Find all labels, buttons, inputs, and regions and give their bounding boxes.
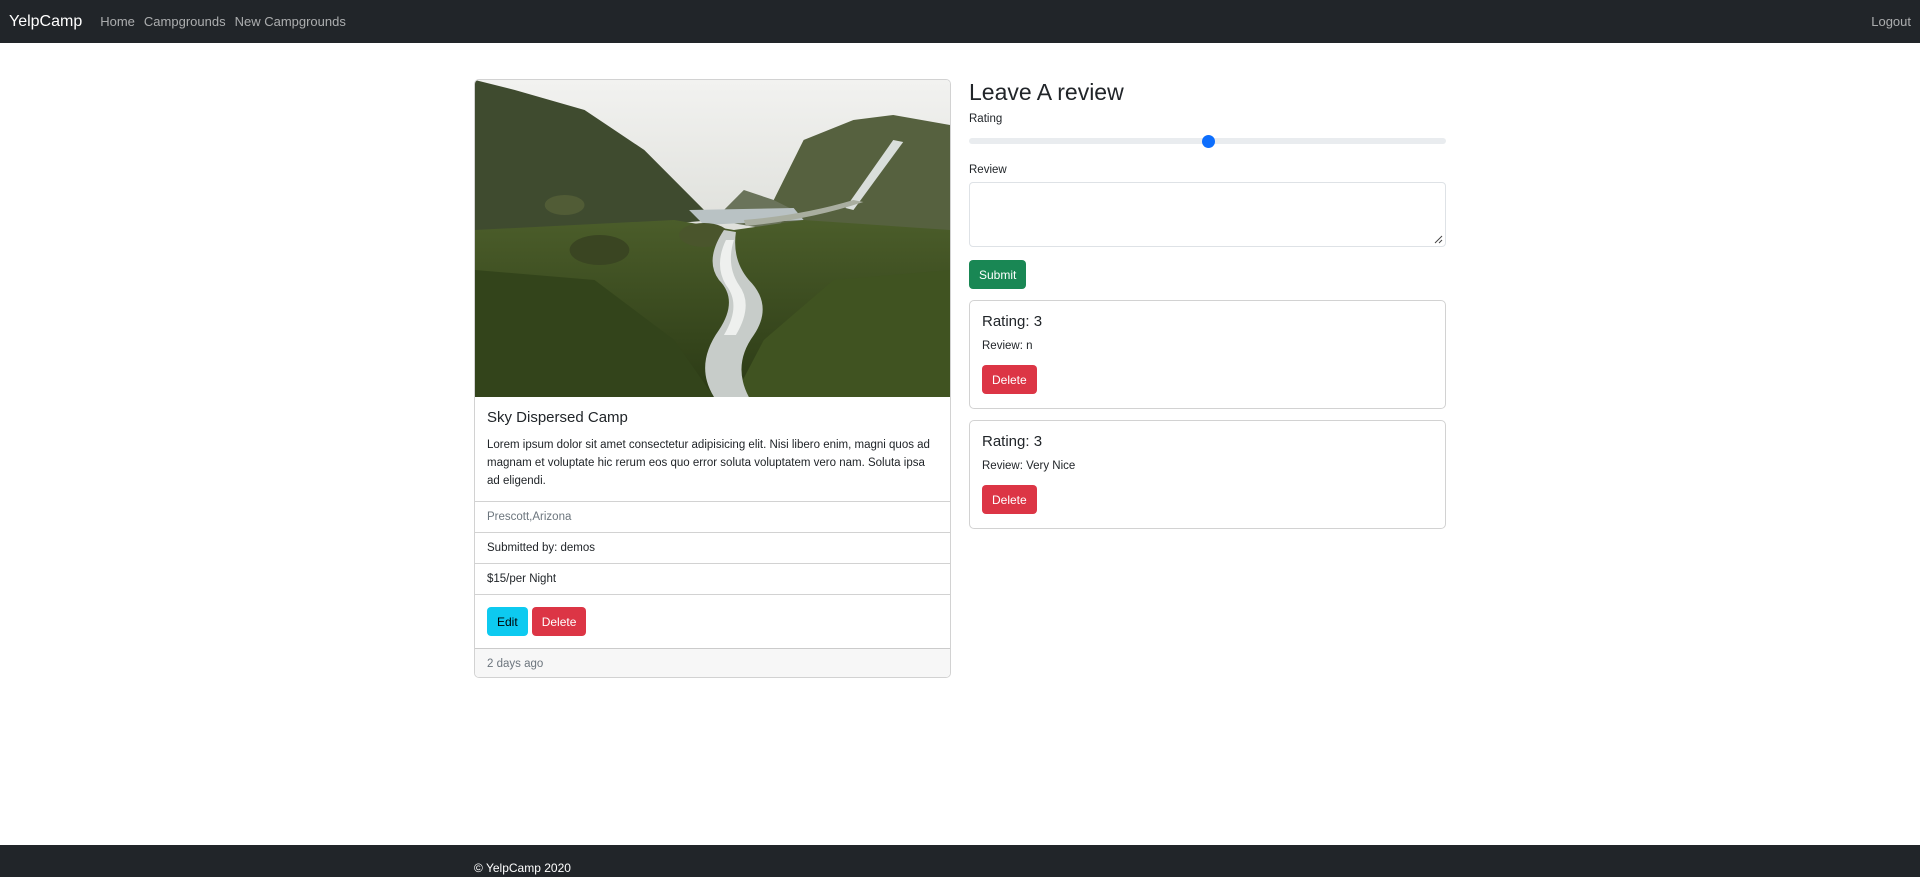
landscape-image — [475, 80, 950, 397]
campground-price: $15/per Night — [475, 563, 950, 594]
campground-image — [475, 80, 950, 397]
campground-title: Sky Dispersed Camp — [487, 409, 628, 426]
campground-actions: Edit Delete — [475, 594, 950, 648]
delete-campground-button[interactable]: Delete — [531, 607, 587, 636]
submit-row: Submit — [969, 260, 1446, 289]
delete-review-button[interactable]: Delete — [982, 365, 1037, 394]
resize-handle-icon[interactable] — [1433, 234, 1443, 244]
review-text: Review: Very Nice — [982, 460, 1076, 472]
brand-link[interactable]: YelpCamp — [9, 13, 82, 31]
rating-slider-thumb[interactable] — [1201, 135, 1215, 148]
campground-location: Prescott,Arizona — [475, 501, 950, 532]
nav-right: Logout — [1871, 13, 1911, 31]
campground-submitted-by: Submitted by: demos — [475, 532, 950, 563]
nav-link-campgrounds[interactable]: Campgrounds — [144, 14, 226, 29]
navbar: YelpCamp Home Campgrounds New Campground… — [0, 0, 1920, 43]
review-form-heading: Leave A review — [969, 79, 1124, 105]
delete-review-button[interactable]: Delete — [982, 485, 1037, 514]
rating-slider[interactable] — [969, 129, 1446, 153]
review-label: Review — [969, 164, 1007, 176]
footer-copyright: © YelpCamp 2020 — [474, 861, 571, 875]
campground-posted-time: 2 days ago — [475, 648, 950, 677]
rating-label: Rating — [969, 113, 1003, 125]
nav-link-new-campgrounds[interactable]: New Campgrounds — [235, 14, 346, 29]
campground-card-body: Sky Dispersed Camp Lorem ipsum dolor sit… — [475, 397, 950, 501]
edit-campground-button[interactable]: Edit — [487, 607, 528, 636]
review-rating: Rating: 3 — [982, 433, 1043, 450]
submit-review-button[interactable]: Submit — [969, 260, 1027, 289]
review-textarea[interactable] — [969, 182, 1446, 247]
review-text: Review: n — [982, 340, 1033, 352]
campground-description: Lorem ipsum dolor sit amet consectetur a… — [487, 439, 930, 487]
review-card: Rating: 3 Review: n Delete — [969, 300, 1446, 409]
footer: © YelpCamp 2020 — [0, 845, 1920, 877]
review-rating: Rating: 3 — [982, 313, 1043, 330]
logout-link[interactable]: Logout — [1871, 14, 1911, 29]
review-column: Leave A review Rating Review Submit Rati… — [969, 79, 1446, 529]
campground-card: Sky Dispersed Camp Lorem ipsum dolor sit… — [474, 79, 951, 678]
nav-link-home[interactable]: Home — [100, 14, 135, 29]
review-card: Rating: 3 Review: Very Nice Delete — [969, 420, 1446, 529]
